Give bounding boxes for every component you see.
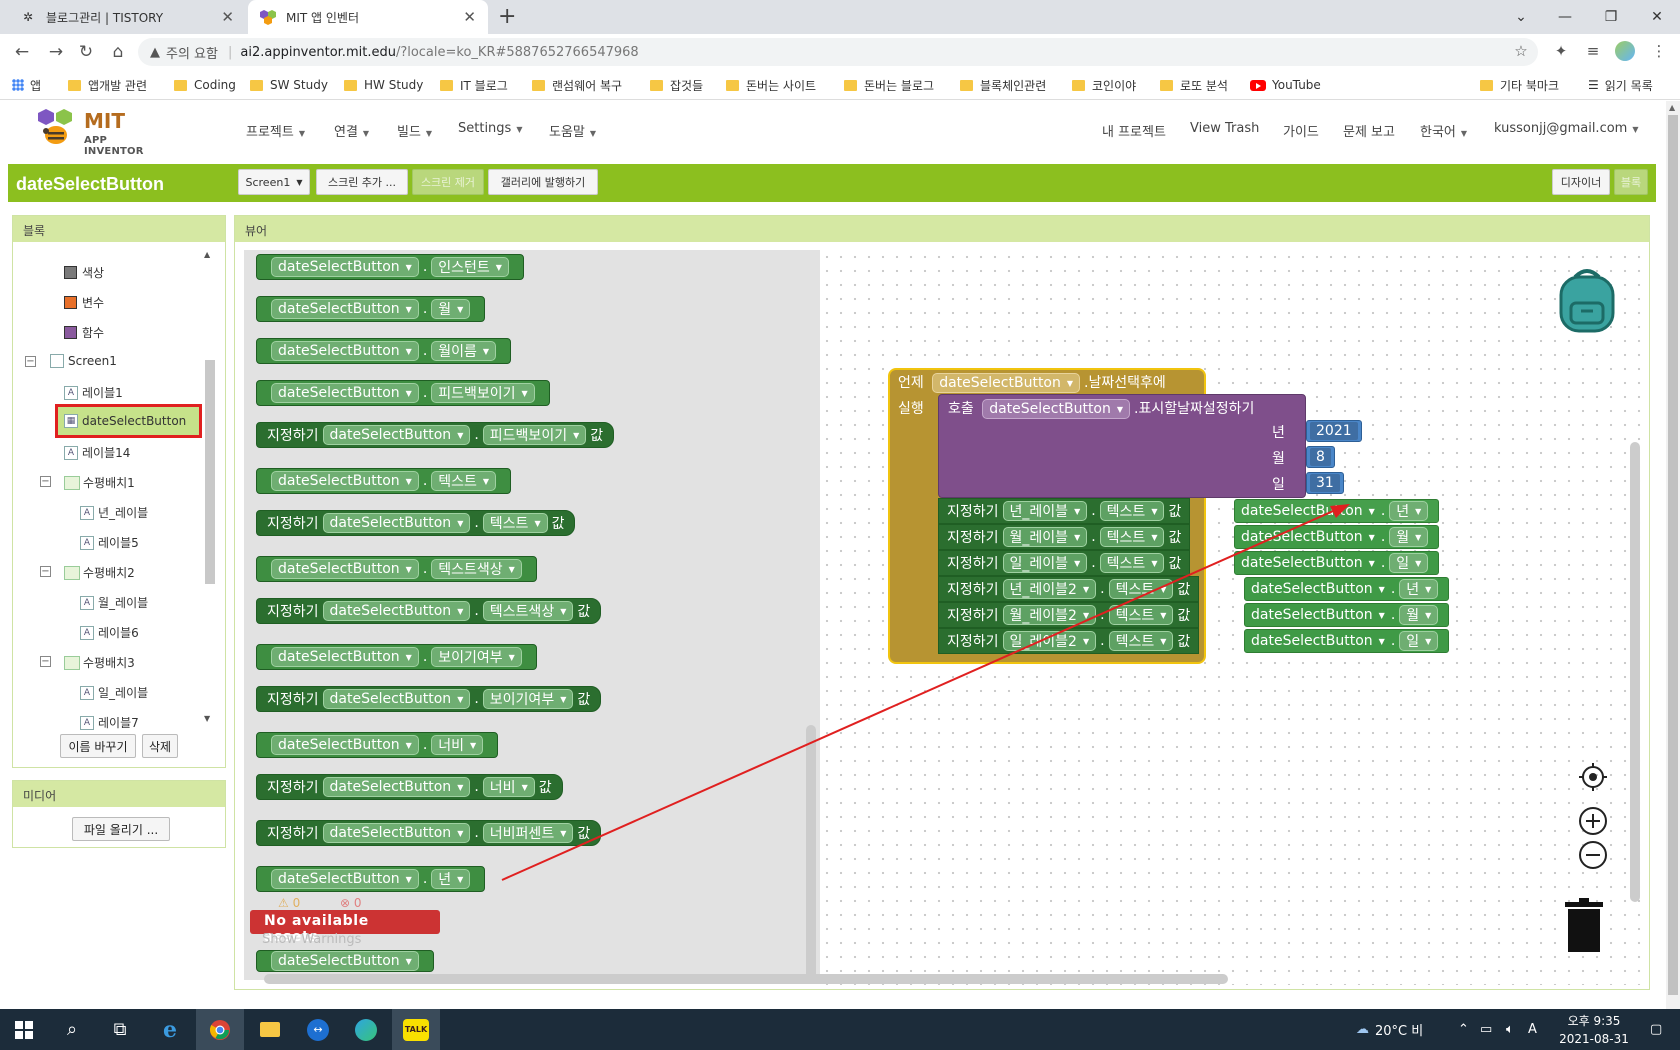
rain-cloud-icon: ☁ (1356, 1022, 1369, 1037)
network-icon[interactable]: ▭ (1480, 1009, 1492, 1050)
search-icon[interactable]: ⌕ (48, 1009, 96, 1050)
weather-widget[interactable]: ☁ 20°C 비 (1356, 1009, 1423, 1050)
internet-explorer-icon[interactable]: e (146, 1009, 194, 1050)
zoom-out-icon[interactable] (1578, 840, 1608, 870)
volume-icon[interactable]: 🔈︎ (1506, 1009, 1514, 1050)
page-scrollbar[interactable]: ▲ (1666, 101, 1680, 1009)
page-scroll-thumb[interactable] (1668, 115, 1678, 995)
trash-icon[interactable] (1565, 898, 1603, 952)
workspace-vertical-scrollbar[interactable] (1630, 442, 1640, 902)
recenter-icon[interactable] (1578, 762, 1608, 792)
backpack-icon[interactable] (1553, 263, 1621, 335)
teamviewer-icon[interactable]: ↔ (294, 1009, 342, 1050)
task-view-icon[interactable]: ⧉ (96, 1009, 144, 1050)
edge-icon[interactable] (342, 1009, 390, 1050)
zoom-in-icon[interactable] (1578, 806, 1608, 836)
workspace-horizontal-scrollbar[interactable] (264, 974, 1228, 984)
notification-icon[interactable]: ▢ (1650, 1009, 1662, 1050)
windows-taskbar: ⌕ ⧉ e ↔ TALK ☁ 20°C 비 ⌃ ▭ 🔈︎ A 오후 9:35 20… (0, 1009, 1680, 1050)
file-explorer-icon[interactable] (246, 1009, 294, 1050)
taskbar-clock[interactable]: 오후 9:35 2021-08-31 (1548, 1012, 1640, 1048)
ime-indicator[interactable]: A (1528, 1009, 1537, 1050)
kakaotalk-icon[interactable]: TALK (392, 1009, 440, 1050)
chrome-icon[interactable] (196, 1009, 244, 1050)
tray-chevron-icon[interactable]: ⌃ (1458, 1009, 1469, 1050)
scroll-up-icon[interactable]: ▲ (1669, 103, 1675, 112)
windows-start-icon[interactable] (0, 1009, 48, 1050)
annotation-arrow (501, 504, 1350, 881)
